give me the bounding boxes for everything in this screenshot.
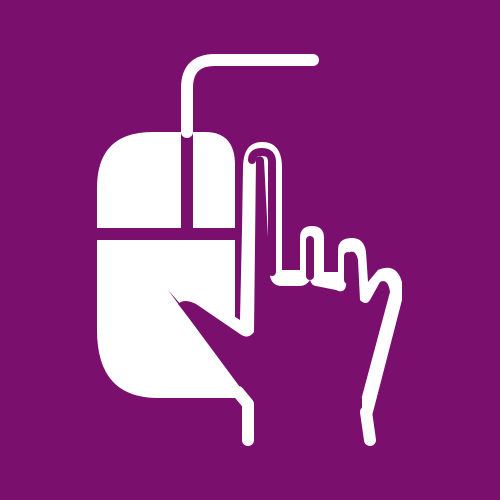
- mouse-click-tile: [0, 0, 500, 500]
- wrist-left: [232, 386, 254, 446]
- wrist-right: [360, 406, 376, 446]
- mouse-click-hand-icon: [97, 54, 402, 446]
- mouse-left-button: [97, 132, 181, 228]
- mouse-cable: [181, 54, 319, 138]
- mouse-right-button: [193, 132, 235, 228]
